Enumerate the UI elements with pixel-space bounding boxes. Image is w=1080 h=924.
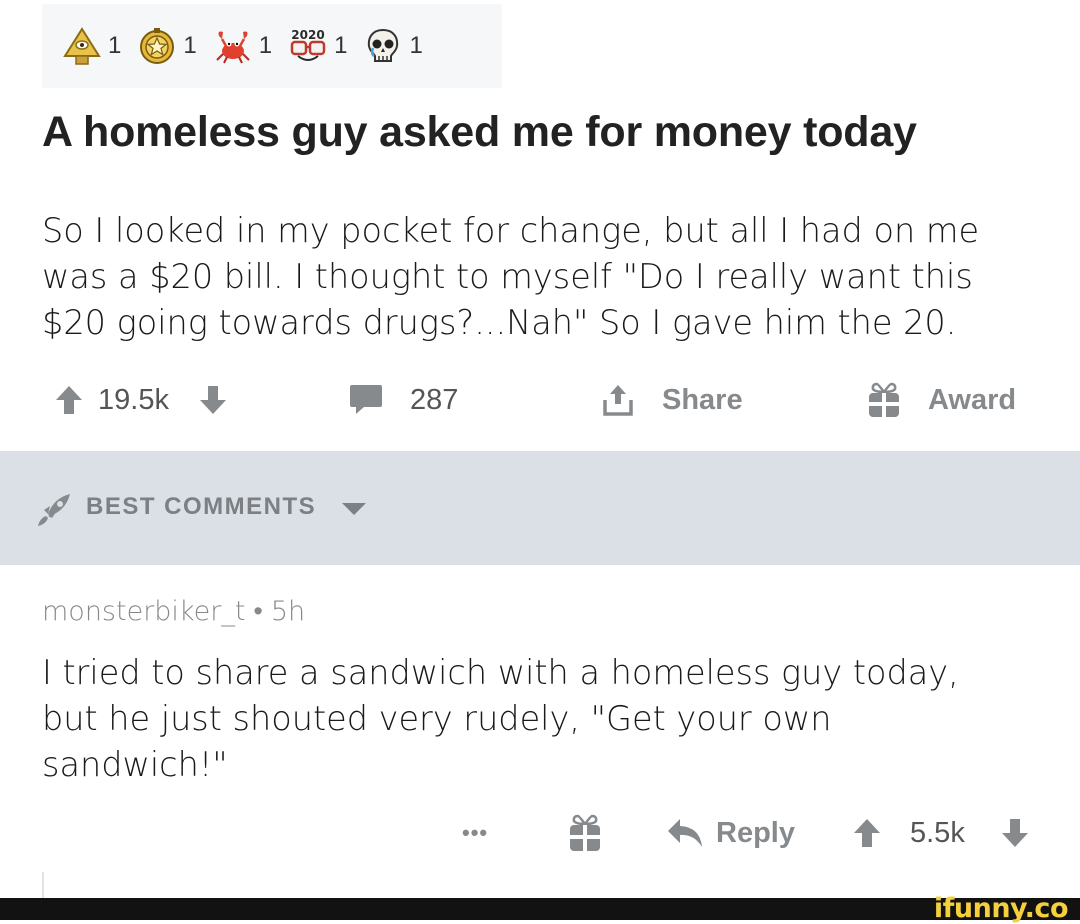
comments-button[interactable]: 287: [348, 378, 458, 422]
more-options-button[interactable]: •••: [462, 810, 488, 856]
comment-thread-line: [42, 872, 44, 900]
svg-text:2020: 2020: [291, 28, 324, 42]
chevron-down-icon[interactable]: [340, 501, 368, 517]
meta-separator: •: [253, 596, 263, 627]
gift-icon: [570, 814, 600, 851]
comment-action-bar: ••• Reply 5.5k: [0, 810, 1080, 856]
post-vote-count: 19.5k: [98, 383, 169, 416]
comment-count: 287: [410, 383, 459, 416]
footer-bar: [0, 898, 1080, 920]
award-count: 1: [334, 32, 348, 59]
post-action-bar: 19.5k 287 Share Award: [0, 378, 1080, 422]
award-label: Award: [928, 383, 1017, 416]
post-title[interactable]: A homeless guy asked me for money today: [42, 108, 917, 157]
reply-label: Reply: [716, 816, 795, 849]
comment-body-line: sandwich!": [42, 745, 228, 784]
downvote-button[interactable]: [198, 378, 228, 422]
comment-sort-banner: BEST COMMENTS: [0, 451, 1080, 565]
award-count: 1: [183, 32, 197, 59]
comment-award-button[interactable]: [567, 810, 603, 856]
share-label: Share: [662, 383, 743, 416]
eye-pyramid-award-icon: [63, 27, 101, 65]
award-item[interactable]: 1: [213, 26, 272, 66]
crab-award-icon: [216, 31, 250, 64]
comment-body-line: but he just shouted very rudely, "Get yo…: [42, 699, 832, 738]
gold-star-award-icon: [140, 28, 175, 64]
award-item[interactable]: 1: [137, 26, 197, 66]
reply-arrow-icon: [668, 819, 702, 847]
upvote-arrow-icon: [56, 386, 82, 414]
crying-skull-award-icon: [368, 28, 399, 62]
downvote-arrow-icon: [1002, 819, 1028, 847]
awards-bar: 1 1 1 2020 1 1: [42, 4, 502, 88]
award-item[interactable]: 2020 1: [288, 26, 347, 66]
share-button[interactable]: Share: [600, 378, 743, 422]
watermark: ifunny.co: [933, 893, 1069, 924]
2020-glasses-award-icon: 2020: [290, 28, 326, 61]
comment-body: I tried to share a sandwich with a homel…: [42, 650, 1042, 788]
sort-label[interactable]: BEST COMMENTS: [86, 493, 316, 521]
gift-icon: [869, 382, 899, 417]
comment-bubble-icon: [350, 385, 382, 414]
comment-author[interactable]: monsterbiker_t: [42, 596, 245, 627]
award-count: 1: [258, 32, 273, 59]
award-button[interactable]: Award: [866, 378, 1016, 422]
comment-vote-count: 5.5k: [910, 816, 965, 849]
upvote-arrow-icon: [854, 819, 880, 847]
upvote-button[interactable]: [54, 378, 84, 422]
award-count: 1: [108, 32, 122, 59]
downvote-arrow-icon: [200, 386, 226, 414]
comment-upvote-button[interactable]: [852, 810, 882, 856]
rocket-icon: [38, 494, 70, 526]
reply-button[interactable]: Reply: [666, 810, 795, 856]
comment-age: 5h: [270, 596, 306, 627]
post-body-line: was a $20 bill. I thought to myself "Do …: [42, 257, 973, 296]
share-icon: [603, 385, 633, 416]
comment-meta: monsterbiker_t • 5h: [42, 596, 305, 627]
comment-body-line: I tried to share a sandwich with a homel…: [42, 653, 959, 692]
post-body-line: $20 going towards drugs?...Nah" So I gav…: [42, 303, 957, 342]
award-count: 1: [409, 32, 423, 59]
comment-downvote-button[interactable]: [1000, 810, 1030, 856]
post-body-line: So I looked in my pocket for change, but…: [42, 211, 980, 250]
award-item[interactable]: 1: [363, 26, 423, 66]
award-item[interactable]: 1: [62, 26, 121, 66]
post-body: So I looked in my pocket for change, but…: [42, 208, 1042, 346]
